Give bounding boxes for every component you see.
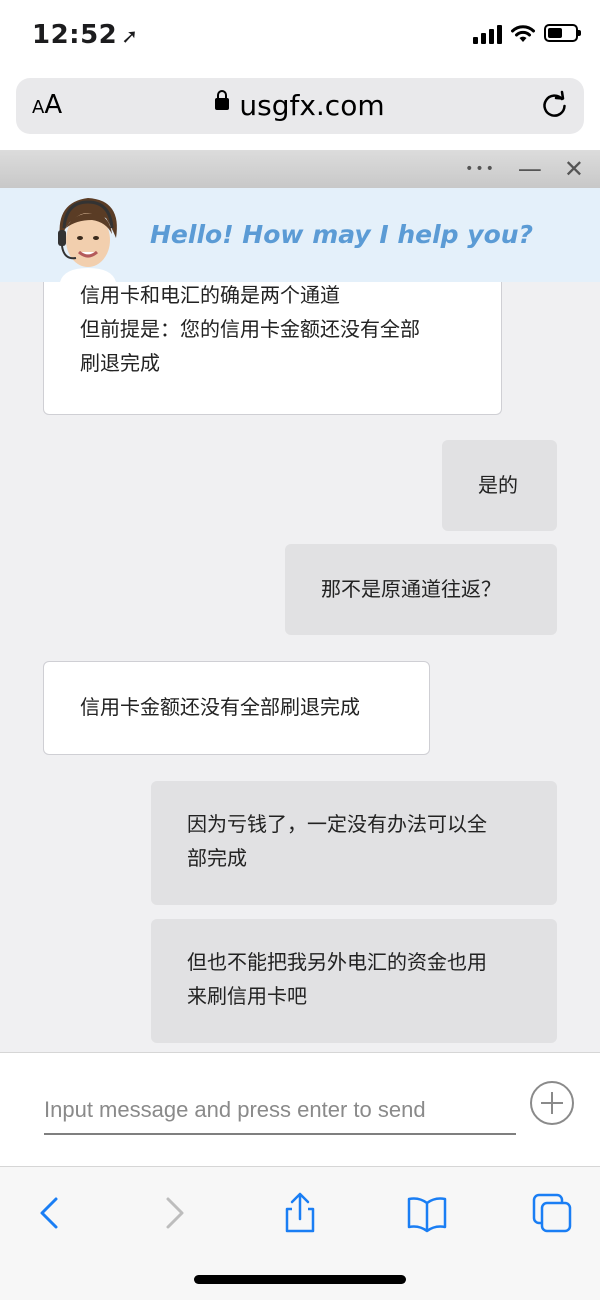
lock-icon <box>215 90 230 110</box>
message-line: 是的 <box>478 473 518 497</box>
cellular-signal-icon <box>473 22 502 44</box>
user-message: 那不是原通道往返？ <box>285 544 557 635</box>
message-line: 因为亏钱了，一定没有办法可以全 <box>187 812 487 836</box>
add-attachment-icon[interactable] <box>530 1081 574 1125</box>
user-message: 但也不能把我另外电汇的资金也用 来刷信用卡吧 <box>151 919 557 1043</box>
message-composer <box>0 1052 600 1167</box>
reload-icon[interactable] <box>540 90 570 120</box>
minimize-icon[interactable]: — <box>518 156 542 182</box>
bookmarks-icon[interactable] <box>405 1191 449 1235</box>
clock: 12:52 <box>32 20 118 50</box>
back-icon[interactable] <box>28 1191 72 1235</box>
user-message: 因为亏钱了，一定没有办法可以全 部完成 <box>151 781 557 905</box>
close-icon[interactable]: ✕ <box>564 156 584 182</box>
wifi-icon <box>511 25 535 42</box>
status-bar: 12:52 ➚ <box>0 0 600 72</box>
url-display[interactable]: usgfx.com <box>16 89 584 122</box>
message-line: 但也不能把我另外电汇的资金也用 <box>187 950 487 974</box>
banner-greeting: Hello! How may I help you? <box>150 220 534 249</box>
more-options-icon[interactable]: ••• <box>465 156 496 182</box>
message-line: 部完成 <box>187 846 247 870</box>
share-icon[interactable] <box>278 1191 322 1235</box>
widget-controls: ••• — ✕ <box>465 156 584 182</box>
url-text: usgfx.com <box>239 89 385 122</box>
agent-message: 信用卡和电汇的确是两个通道 但前提是：您的信用卡金额还没有全部 刷退完成 <box>43 282 502 415</box>
message-line: 那不是原通道往返？ <box>321 577 501 601</box>
user-message: 是的 <box>442 440 557 531</box>
status-icons <box>473 22 581 44</box>
forward-icon[interactable] <box>152 1191 196 1235</box>
chat-banner: Hello! How may I help you? <box>0 188 600 282</box>
support-agent-avatar <box>58 198 117 282</box>
message-line: 来刷信用卡吧 <box>187 984 307 1008</box>
home-indicator[interactable] <box>194 1275 406 1284</box>
chat-widget-titlebar: ••• — ✕ <box>0 150 600 188</box>
message-line: 信用卡和电汇的确是两个通道 <box>80 283 340 307</box>
tabs-icon[interactable] <box>530 1191 574 1235</box>
address-bar[interactable]: AA usgfx.com <box>16 78 584 134</box>
message-line: 但前提是：您的信用卡金额还没有全部 <box>80 317 420 341</box>
message-line: 信用卡金额还没有全部刷退完成 <box>80 695 360 719</box>
chat-messages[interactable]: 信用卡和电汇的确是两个通道 但前提是：您的信用卡金额还没有全部 刷退完成 是的 … <box>0 282 600 1052</box>
battery-icon <box>544 24 581 42</box>
status-time: 12:52 ➚ <box>32 20 139 50</box>
agent-message: 信用卡金额还没有全部刷退完成 <box>43 661 430 755</box>
message-input[interactable] <box>44 1087 516 1135</box>
location-arrow-icon: ➚ <box>121 24 139 48</box>
message-line: 刷退完成 <box>80 351 160 375</box>
